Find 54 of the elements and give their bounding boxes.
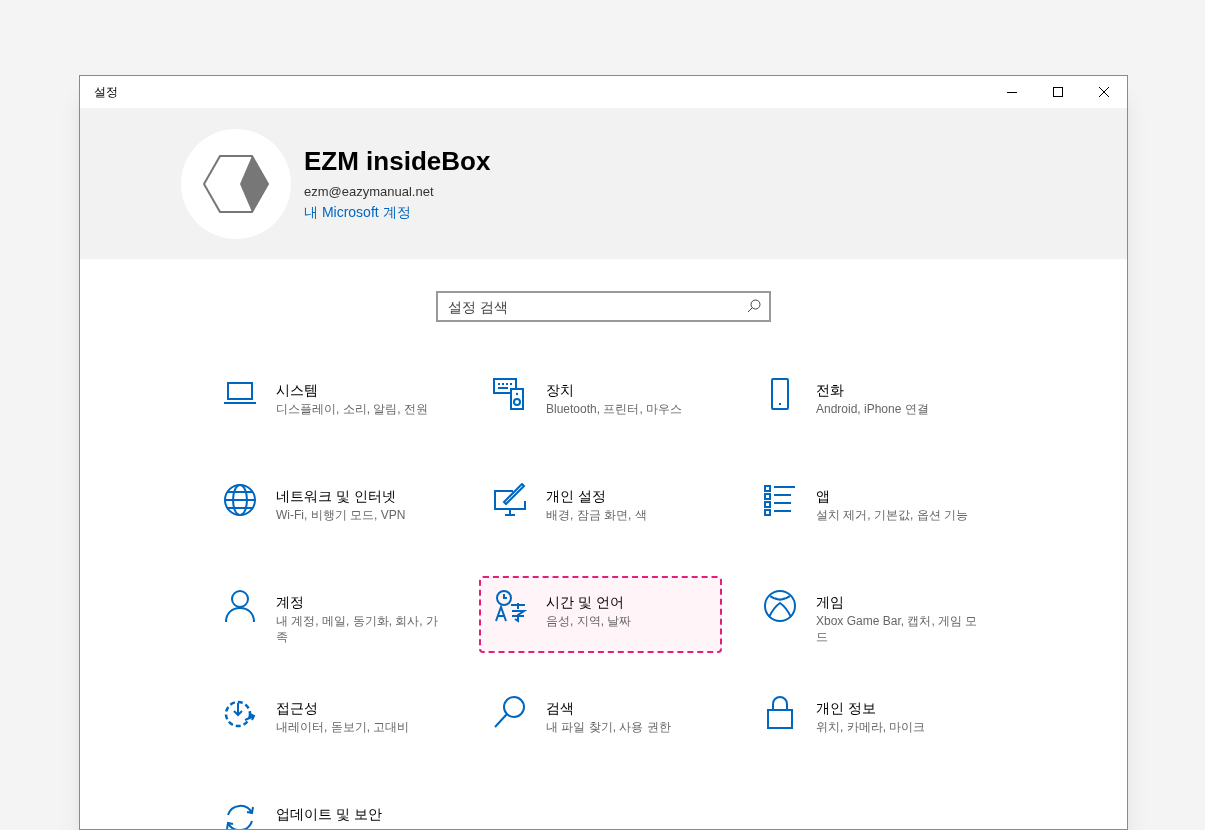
category-title: 전화 <box>816 381 845 400</box>
category-title: 게임 <box>816 593 845 612</box>
account-name: EZM insideBox <box>304 145 491 179</box>
clock-letters-icon <box>493 589 527 623</box>
settings-category[interactable]: 네트워크 및 인터넷 Wi-Fi, 비행기 모드, VPN <box>209 470 452 547</box>
settings-category[interactable]: 접근성 내레이터, 돋보기, 고대비 <box>209 682 452 759</box>
search-field[interactable]: 설정 검색 <box>436 291 771 322</box>
category-description: Android, iPhone 연결 <box>816 401 930 417</box>
settings-category[interactable]: 시스템 디스플레이, 소리, 알림, 전원 <box>209 364 452 441</box>
category-description: 설치 제거, 기본값, 옵션 기능 <box>816 507 969 523</box>
microsoft-account-link[interactable]: 내 Microsoft 계정 <box>304 201 491 223</box>
category-title: 계정 <box>276 593 305 612</box>
category-title: 업데이트 및 보안 <box>276 805 383 824</box>
category-title: 시간 및 언어 <box>546 593 625 612</box>
category-title: 개인 정보 <box>816 699 877 718</box>
settings-category[interactable]: 개인 설정 배경, 잠금 화면, 색 <box>479 470 722 547</box>
globe-icon <box>223 483 257 517</box>
category-description: 내레이터, 돋보기, 고대비 <box>276 719 411 735</box>
category-title: 네트워크 및 인터넷 <box>276 487 397 506</box>
close-icon <box>1099 87 1109 97</box>
category-description: Wi-Fi, 비행기 모드, VPN <box>276 507 407 523</box>
settings-category[interactable]: 게임 Xbox Game Bar, 캡처, 게임 모드 <box>749 576 992 653</box>
maximize-icon <box>1053 87 1063 97</box>
window-title: 설정 <box>94 84 118 101</box>
category-description: Xbox Game Bar, 캡처, 게임 모드 <box>816 613 979 645</box>
category-description: 위치, 카메라, 마이크 <box>816 719 927 735</box>
settings-category[interactable]: 계정 내 계정, 메일, 동기화, 회사, 가족 <box>209 576 452 653</box>
category-title: 개인 설정 <box>546 487 607 506</box>
settings-category[interactable]: 검색 내 파일 찾기, 사용 권한 <box>479 682 722 759</box>
settings-category[interactable]: 개인 정보 위치, 카메라, 마이크 <box>749 682 992 759</box>
settings-category[interactable]: 업데이트 및 보안 <box>209 788 452 829</box>
settings-category[interactable]: 장치 Bluetooth, 프린터, 마우스 <box>479 364 722 441</box>
account-email: ezm@eazymanual.net <box>304 183 435 202</box>
category-description: 배경, 잠금 화면, 색 <box>546 507 648 523</box>
person-icon <box>223 589 257 623</box>
category-description: 디스플레이, 소리, 알림, 전원 <box>276 401 429 417</box>
xbox-icon <box>763 589 797 623</box>
category-title: 접근성 <box>276 699 319 718</box>
category-title: 앱 <box>816 487 831 506</box>
category-title: 검색 <box>546 699 575 718</box>
settings-category[interactable]: 시간 및 언어 음성, 지역, 날짜 <box>479 576 722 653</box>
settings-category[interactable]: 앱 설치 제거, 기본값, 옵션 기능 <box>749 470 992 547</box>
search-icon <box>747 299 761 313</box>
magnifier-icon <box>493 695 527 729</box>
paintbrush-monitor-icon <box>493 483 527 517</box>
category-description: 음성, 지역, 날짜 <box>546 613 633 629</box>
category-description: Bluetooth, 프린터, 마우스 <box>546 401 684 417</box>
category-title: 장치 <box>546 381 575 400</box>
keyboard-speaker-icon <box>493 377 527 411</box>
category-description: 내 파일 찾기, 사용 권한 <box>546 719 672 735</box>
settings-category[interactable]: 전화 Android, iPhone 연결 <box>749 364 992 441</box>
list-icon <box>763 483 797 517</box>
category-description: 내 계정, 메일, 동기화, 회사, 가족 <box>276 613 439 645</box>
category-title: 시스템 <box>276 381 319 400</box>
